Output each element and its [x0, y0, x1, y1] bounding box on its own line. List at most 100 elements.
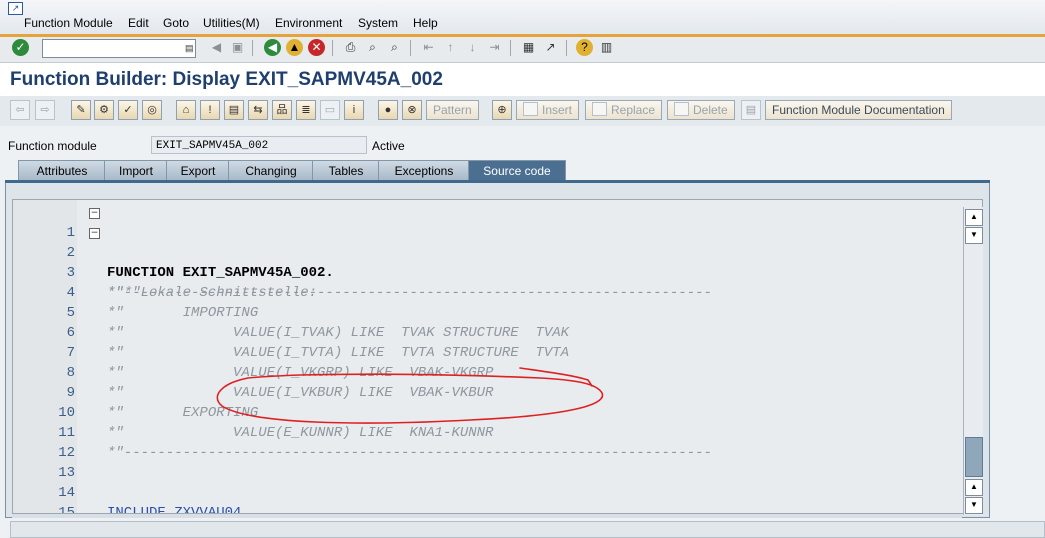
- forward-arrow-icon[interactable]: ⇨: [35, 100, 55, 120]
- code-line[interactable]: 13: [13, 443, 963, 481]
- pretty-printer-icon[interactable]: ≣: [296, 100, 316, 120]
- tab-export[interactable]: Export: [166, 160, 230, 180]
- code-line[interactable]: 15: [13, 483, 963, 513]
- menu-goto[interactable]: Goto: [163, 16, 189, 30]
- menu-system[interactable]: System: [358, 16, 398, 30]
- separator: [566, 40, 567, 56]
- fm-documentation-button[interactable]: Function Module Documentation: [765, 100, 952, 120]
- find-next-icon[interactable]: ⌕: [386, 39, 403, 56]
- scroll-bottom-icon[interactable]: ▼: [965, 497, 983, 514]
- delete-button[interactable]: Delete: [667, 100, 735, 120]
- separator: [510, 40, 511, 56]
- menu-help[interactable]: Help: [413, 16, 438, 30]
- prev-history-icon[interactable]: ◀: [208, 39, 225, 56]
- code-line[interactable]: 8 *" VALUE(I_VKBUR) LIKE VBAK-VKBUR: [13, 343, 963, 401]
- code-line[interactable]: 12: [13, 423, 963, 461]
- code-editor[interactable]: 1 − FUNCTION EXIT_SAPMV45A_002. 2 − *"--…: [12, 199, 983, 514]
- horizontal-scrollbar[interactable]: [12, 514, 962, 518]
- help-icon[interactable]: ?: [576, 39, 593, 56]
- save-icon[interactable]: ▣: [229, 39, 246, 56]
- code-line[interactable]: 1 − FUNCTION EXIT_SAPMV45A_002.: [13, 203, 963, 281]
- cancel-icon[interactable]: ✕: [308, 39, 325, 56]
- last-page-icon[interactable]: ⇥: [486, 39, 503, 56]
- tab-exceptions[interactable]: Exceptions: [378, 160, 470, 180]
- system-menu-icon[interactable]: ↗: [8, 2, 23, 15]
- tab-import[interactable]: Import: [104, 160, 168, 180]
- documentation-icon[interactable]: ▤: [741, 100, 761, 120]
- separator: [332, 40, 333, 56]
- collapse-icon[interactable]: −: [89, 208, 100, 219]
- tab-attributes[interactable]: Attributes: [18, 160, 106, 180]
- tab-source-code[interactable]: Source code: [468, 160, 566, 180]
- status-bar: [10, 521, 1045, 538]
- function-module-label: Function module: [8, 139, 97, 153]
- other-object-icon[interactable]: ⚙: [94, 100, 114, 120]
- scroll-down-icon[interactable]: ▲: [965, 479, 983, 496]
- fullscreen-icon[interactable]: ▭: [320, 100, 340, 120]
- find-icon[interactable]: ⌕: [364, 39, 381, 56]
- first-page-icon[interactable]: ⇤: [420, 39, 437, 56]
- info-icon[interactable]: i: [344, 100, 364, 120]
- code-line[interactable]: 7 *" VALUE(I_VKGRP) LIKE VBAK-VKGRP: [13, 323, 963, 381]
- menu-utilities[interactable]: Utilities(M): [203, 16, 260, 30]
- separator: [410, 40, 411, 56]
- scroll-thumb[interactable]: [965, 437, 983, 477]
- code-line[interactable]: 11 *"-----------------------------------…: [13, 403, 963, 461]
- layout-icon[interactable]: ▥: [598, 39, 615, 56]
- status-text: Active: [372, 139, 405, 153]
- application-toolbar: ⇦ ⇨ ✎ ⚙ ✓ ◎ ⌂ ! ▤ ⇆ 品 ≣ ▭ i ● ⊗ Pattern …: [0, 96, 1045, 126]
- code-line[interactable]: 4 *" IMPORTING: [13, 263, 963, 321]
- enter-icon[interactable]: ✓: [12, 39, 29, 56]
- delete-icon: [674, 102, 689, 116]
- page-title: Function Builder: Display EXIT_SAPMV45A_…: [10, 69, 443, 90]
- delete-breakpoint-icon[interactable]: ⊗: [402, 100, 422, 120]
- back-icon[interactable]: ◀: [264, 39, 281, 56]
- menu-edit[interactable]: Edit: [128, 16, 149, 30]
- function-module-field[interactable]: EXIT_SAPMV45A_002: [151, 136, 367, 154]
- navigation-window-icon[interactable]: ⇆: [248, 100, 268, 120]
- set-breakpoint-icon[interactable]: ●: [378, 100, 398, 120]
- insert-button[interactable]: Insert: [516, 100, 580, 120]
- menu-function-module[interactable]: Function Module: [24, 16, 113, 30]
- command-field[interactable]: ▤: [42, 39, 196, 58]
- next-page-icon[interactable]: ↓: [464, 39, 481, 56]
- title-bar: Function Builder: Display EXIT_SAPMV45A_…: [0, 63, 1045, 97]
- replace-icon: [592, 102, 607, 116]
- scroll-top-icon[interactable]: ▲: [965, 209, 983, 226]
- tab-strip: Attributes Import Export Changing Tables…: [0, 159, 1045, 180]
- previous-page-icon[interactable]: ↑: [442, 39, 459, 56]
- print-icon[interactable]: ⎙: [342, 39, 359, 56]
- display-object-list-icon[interactable]: ▤: [224, 100, 244, 120]
- code-line[interactable]: 10 *" VALUE(E_KUNNR) LIKE KNA1-KUNNR: [13, 383, 963, 441]
- pattern-button[interactable]: Pattern: [426, 100, 479, 120]
- check-icon[interactable]: ✓: [118, 100, 138, 120]
- code-line[interactable]: 9 *" EXPORTING: [13, 363, 963, 421]
- where-used-icon[interactable]: ⌂: [176, 100, 196, 120]
- history-dropdown-icon[interactable]: ▤: [185, 42, 194, 54]
- collapse-icon[interactable]: −: [89, 228, 100, 239]
- activate-icon[interactable]: ◎: [142, 100, 162, 120]
- scroll-up-icon[interactable]: ▼: [965, 227, 983, 244]
- concatenate-icon[interactable]: ⊕: [492, 100, 512, 120]
- shortcut-icon[interactable]: ↗: [542, 39, 559, 56]
- code-line[interactable]: 3 *"*"Lokale Schnittstelle:: [13, 243, 963, 301]
- exit-icon[interactable]: ▲: [286, 39, 303, 56]
- test-icon[interactable]: !: [200, 100, 220, 120]
- menu-bar: ↗ Function Module Edit Goto Utilities(M)…: [0, 0, 1045, 37]
- change-display-icon[interactable]: ✎: [71, 100, 91, 120]
- code-line[interactable]: 5 *" VALUE(I_TVAK) LIKE TVAK STRUCTURE T…: [13, 283, 963, 341]
- tab-changing[interactable]: Changing: [228, 160, 314, 180]
- separator: [252, 40, 253, 56]
- create-session-icon[interactable]: ▦: [520, 39, 537, 56]
- insert-icon: [523, 102, 538, 116]
- vertical-scrollbar[interactable]: ▲ ▼ ▲ ▼: [963, 207, 983, 515]
- hierarchy-icon[interactable]: 品: [272, 100, 292, 120]
- replace-button[interactable]: Replace: [585, 100, 663, 120]
- code-line[interactable]: 16: [13, 503, 963, 513]
- code-line[interactable]: 6 *" VALUE(I_TVTA) LIKE TVTA STRUCTURE T…: [13, 303, 963, 361]
- back-arrow-icon[interactable]: ⇦: [10, 100, 30, 120]
- code-line[interactable]: 2 − *"----------------------------------…: [13, 223, 963, 301]
- tab-tables[interactable]: Tables: [312, 160, 380, 180]
- menu-environment[interactable]: Environment: [275, 16, 342, 30]
- code-line[interactable]: 14 INCLUDE ZXVVAU04 .: [13, 463, 963, 513]
